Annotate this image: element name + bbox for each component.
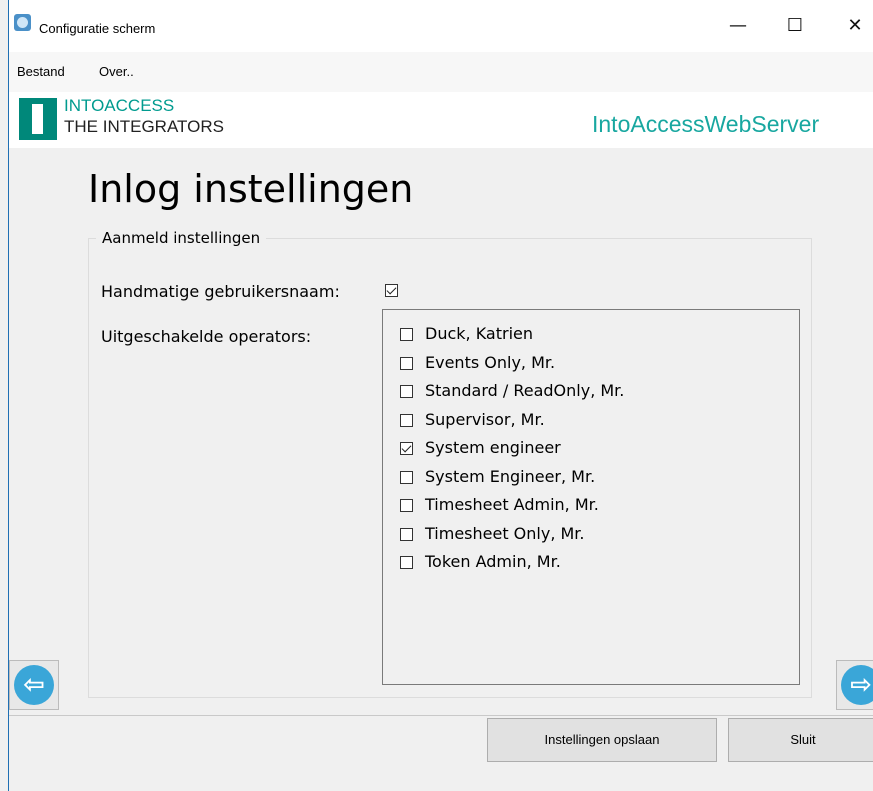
operator-label: System engineer bbox=[425, 438, 561, 457]
app-icon bbox=[14, 14, 31, 31]
operator-label: Timesheet Admin, Mr. bbox=[425, 495, 599, 514]
operator-label: Standard / ReadOnly, Mr. bbox=[425, 381, 625, 400]
operator-label: Supervisor, Mr. bbox=[425, 409, 545, 429]
manual-username-checkbox[interactable] bbox=[385, 284, 398, 297]
operator-checkbox[interactable] bbox=[400, 556, 413, 569]
operator-checkbox[interactable] bbox=[400, 527, 413, 541]
save-settings-button[interactable]: Instellingen opslaan bbox=[487, 718, 717, 762]
operator-checkbox[interactable] bbox=[400, 499, 413, 512]
operator-checkbox[interactable] bbox=[400, 356, 413, 370]
close-button[interactable]: ✕ bbox=[832, 10, 873, 42]
operator-checkbox[interactable] bbox=[400, 442, 413, 455]
forward-button[interactable]: ⇨ bbox=[836, 660, 873, 710]
logo-text-tagline: THE INTEGRATORS bbox=[64, 117, 224, 136]
operator-label: Token Admin, Mr. bbox=[425, 552, 561, 571]
page-title: Inlog instellingen bbox=[88, 167, 414, 211]
groupbox-legend: Aanmeld instellingen bbox=[96, 229, 267, 247]
operator-checkbox[interactable] bbox=[400, 470, 413, 484]
operator-label: Duck, Katrien bbox=[425, 324, 533, 343]
footer-divider bbox=[9, 715, 873, 716]
maximize-button[interactable]: ☐ bbox=[772, 10, 818, 42]
operator-label: Events Only, Mr. bbox=[425, 352, 556, 372]
close-window-button[interactable]: Sluit bbox=[728, 718, 873, 762]
operator-checklist[interactable]: Duck, Katrien Events Only, Mr. Standard / … bbox=[382, 309, 800, 685]
operator-checkbox[interactable] bbox=[400, 413, 413, 427]
back-button[interactable]: ⇦ bbox=[9, 660, 59, 710]
arrow-left-icon: ⇦ bbox=[14, 665, 54, 705]
operator-label: Timesheet Only, Mr. bbox=[425, 523, 585, 543]
operator-label: System Engineer, Mr. bbox=[425, 466, 596, 486]
operator-checkbox[interactable] bbox=[400, 328, 413, 341]
menu-item-over[interactable]: Over.. bbox=[99, 64, 134, 79]
minimize-button[interactable]: — bbox=[715, 10, 761, 42]
logo-text-brand: INTOACCESS bbox=[64, 96, 175, 115]
menu-item-bestand[interactable]: Bestand bbox=[17, 64, 65, 79]
menu-bar bbox=[9, 52, 873, 92]
disabled-operators-label: Uitgeschakelde operators: bbox=[101, 327, 312, 346]
arrow-right-icon: ⇨ bbox=[841, 665, 873, 705]
server-name: IntoAccessWebServer bbox=[592, 111, 820, 137]
logo-icon bbox=[19, 98, 57, 140]
window-title: Configuratie scherm bbox=[39, 21, 156, 36]
operator-checkbox[interactable] bbox=[400, 385, 413, 398]
manual-username-label: Handmatige gebruikersnaam: bbox=[101, 282, 340, 301]
